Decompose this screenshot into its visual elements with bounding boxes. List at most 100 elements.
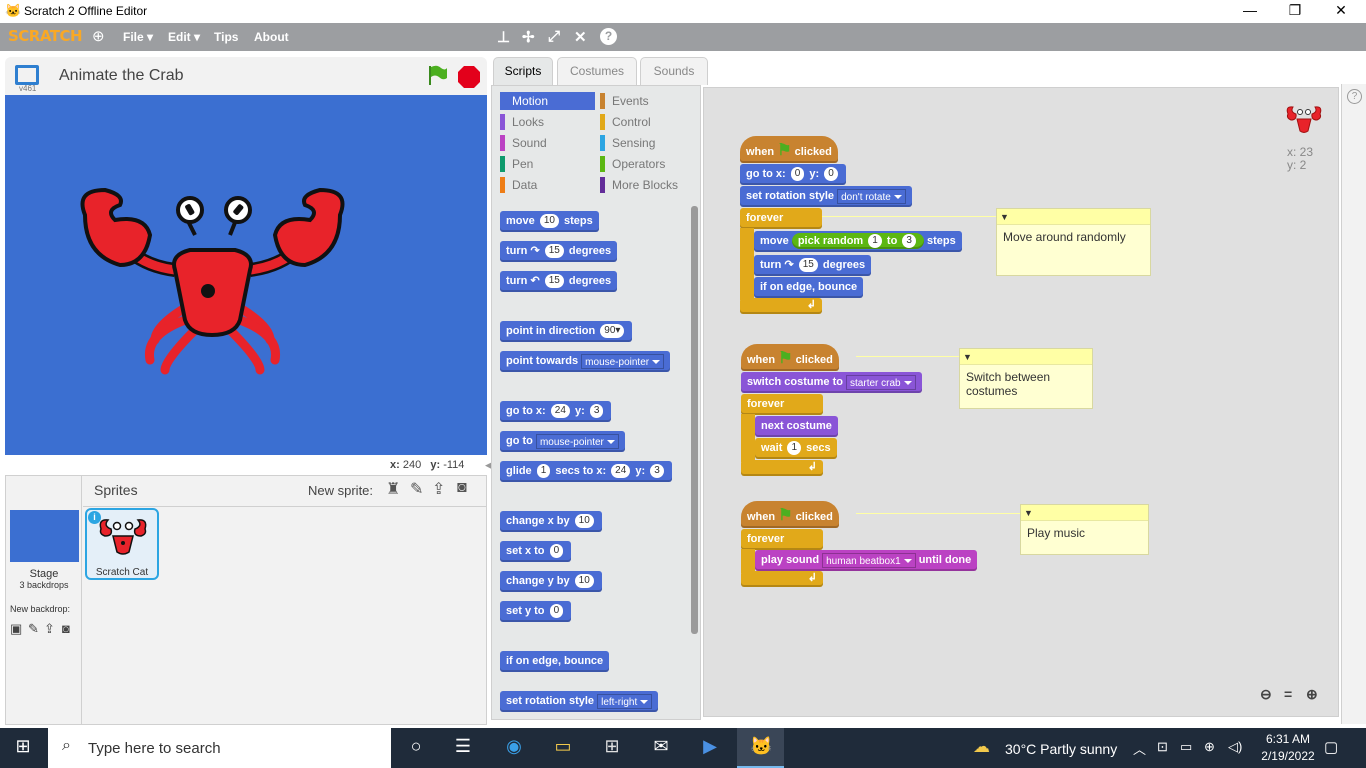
paint-backdrop-icon[interactable]: ✎ [28,621,39,637]
scratch-taskbar-button[interactable]: 🐱 [737,728,784,768]
block-turn-left[interactable]: turn ↶ 15 degrees [500,271,618,292]
number-input[interactable]: 1 [787,441,802,456]
block-wait[interactable]: wait 1 secs [755,438,837,459]
collapse-triangle-icon[interactable]: ▼ [960,352,972,362]
comment-text[interactable]: Play music [1021,521,1148,545]
block-go-to-xy[interactable]: go to x: 0 y: 0 [740,164,846,185]
comment-text[interactable]: Move around randomly [997,225,1150,249]
tab-costumes[interactable]: Costumes [557,57,637,85]
comment-switch-costumes[interactable]: ▼ Switch between costumes [959,348,1093,409]
search-box[interactable]: ⌕ Type here to search [48,728,391,768]
zoom-reset-icon[interactable]: = [1284,686,1292,702]
number-input[interactable]: 15 [544,274,564,289]
zoom-in-icon[interactable]: ⊕ [1306,686,1318,703]
close-button[interactable]: ✕ [1326,2,1356,19]
globe-icon[interactable]: ⊕ [92,27,105,45]
category-looks[interactable]: Looks [500,113,595,131]
hat-when-flag-clicked[interactable]: when ⚑ clicked [740,136,838,163]
number-input[interactable]: 10 [574,574,594,589]
category-pen[interactable]: Pen [500,155,595,173]
network-icon[interactable]: ⊡ [1157,739,1168,755]
block-forever[interactable]: forever [740,208,822,229]
block-set-rotation[interactable]: set rotation style left-right [500,691,659,712]
category-more-blocks[interactable]: More Blocks [600,176,695,194]
sprite-tile-selected[interactable]: i Scratch Cat [85,508,159,580]
tips-menu[interactable]: Tips [214,30,238,44]
help-icon[interactable]: ? [600,28,617,45]
file-explorer-icon[interactable]: ▭ [543,736,583,757]
number-input[interactable]: 1 [868,234,882,249]
block-change-x[interactable]: change x by 10 [500,511,602,532]
y-input[interactable]: 3 [589,404,604,419]
y-input[interactable]: 0 [824,167,838,182]
category-operators[interactable]: Operators [600,155,695,173]
edit-menu[interactable]: Edit ▾ [168,30,200,44]
minimize-button[interactable]: — [1235,2,1265,18]
block-glide[interactable]: glide 1 secs to x: 24 y: 3 [500,461,672,482]
chevron-up-icon[interactable]: ︿ [1133,739,1146,758]
clock-time[interactable]: 6:31 AM [1258,732,1318,746]
comment-move-randomly[interactable]: ▼ Move around randomly [996,208,1151,276]
camera-backdrop-icon[interactable]: ◙ [62,621,70,636]
y-input[interactable]: 3 [650,464,664,479]
number-input[interactable]: 15 [544,244,564,259]
block-next-costume[interactable]: next costume [755,416,838,437]
category-data[interactable]: Data [500,176,595,194]
rotation-dropdown[interactable]: left-right [597,693,653,709]
fullscreen-icon[interactable] [15,65,39,85]
collapse-triangle-icon[interactable]: ▼ [1021,508,1033,518]
secs-input[interactable]: 1 [536,464,551,479]
x-input[interactable]: 0 [790,167,805,182]
comment-text[interactable]: Switch between costumes [960,365,1092,403]
block-set-x[interactable]: set x to 0 [500,541,572,562]
zoom-out-icon[interactable]: ⊖ [1260,686,1272,703]
number-input[interactable]: 3 [902,234,916,249]
weather-text[interactable]: 30°C Partly sunny [1005,741,1117,757]
tab-scripts[interactable]: Scripts [493,57,553,85]
scripts-area[interactable]: x: 23 y: 2 when ⚑ clicked go to x: 0 y: … [703,87,1339,717]
block-set-y[interactable]: set y to 0 [500,601,572,622]
comment-header[interactable]: ▼ [997,209,1150,225]
costume-dropdown[interactable]: starter crab [846,374,916,390]
project-title[interactable]: Animate the Crab [59,67,184,85]
globe-icon[interactable]: ⊕ [1204,739,1215,755]
block-change-y[interactable]: change y by 10 [500,571,602,592]
stage-thumbnail[interactable] [10,510,79,562]
number-input[interactable]: 10 [574,514,594,529]
comment-play-music[interactable]: ▼ Play music [1020,504,1149,555]
block-turn-right[interactable]: turn ↷ 15 degrees [754,255,872,276]
cut-scissors-icon[interactable]: ✢ [522,28,535,46]
crab-sprite[interactable] [5,95,487,455]
block-pick-random[interactable]: pick random 1 to 3 [791,233,924,249]
hat-when-flag-clicked[interactable]: when ⚑ clicked [741,344,839,371]
category-sensing[interactable]: Sensing [600,134,695,152]
battery-icon[interactable]: ▭ [1180,739,1192,755]
volume-icon[interactable]: ◁) [1228,739,1242,755]
clock-date[interactable]: 2/19/2022 [1255,749,1321,763]
stop-icon[interactable] [457,65,481,89]
grow-icon[interactable]: ⤢ [548,28,560,45]
collapse-triangle-icon[interactable]: ▼ [997,212,1009,222]
sound-dropdown[interactable]: human beatbox1 [822,552,916,568]
category-motion[interactable]: Motion [500,92,595,110]
block-point-towards[interactable]: point towards mouse-pointer [500,351,671,372]
stage-canvas[interactable] [5,95,487,455]
towards-dropdown[interactable]: mouse-pointer [581,353,665,369]
block-forever[interactable]: forever [741,529,823,550]
category-control[interactable]: Control [600,113,695,131]
scratch-logo[interactable]: SCRATCH [8,27,83,45]
about-menu[interactable]: About [254,30,289,44]
store-icon[interactable]: ⊞ [592,736,632,757]
direction-input[interactable]: 90▾ [600,324,625,339]
palette-scrollbar[interactable] [691,206,698,634]
tab-sounds[interactable]: Sounds [640,57,708,85]
green-flag-icon[interactable] [425,63,449,87]
category-sound[interactable]: Sound [500,134,595,152]
rotation-dropdown[interactable]: don't rotate [837,188,906,204]
restore-button[interactable]: ❐ [1280,2,1310,19]
windows-start-icon[interactable]: ⊞ [3,736,43,757]
powershell-icon[interactable]: ▶ [690,736,730,757]
upload-sprite-icon[interactable]: ⇪ [432,479,445,499]
category-events[interactable]: Events [600,92,695,110]
block-go-to-xy[interactable]: go to x: 24 y: 3 [500,401,612,422]
